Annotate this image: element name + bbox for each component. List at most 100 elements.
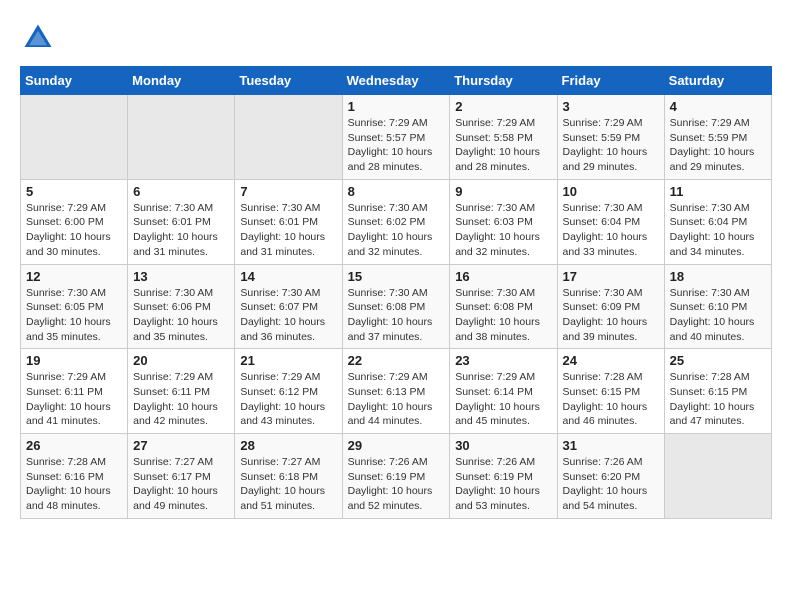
day-info: Sunrise: 7:30 AM Sunset: 6:03 PM Dayligh…	[455, 201, 551, 260]
day-cell: 21 Sunrise: 7:29 AM Sunset: 6:12 PM Dayli…	[235, 349, 342, 434]
day-cell: 29 Sunrise: 7:26 AM Sunset: 6:19 PM Dayli…	[342, 434, 450, 519]
page-header	[20, 20, 772, 56]
day-info: Sunrise: 7:26 AM Sunset: 6:19 PM Dayligh…	[455, 455, 551, 514]
day-cell: 1 Sunrise: 7:29 AM Sunset: 5:57 PM Daylig…	[342, 95, 450, 180]
calendar-header: SundayMondayTuesdayWednesdayThursdayFrid…	[21, 67, 772, 95]
day-number: 27	[133, 438, 229, 453]
day-info: Sunrise: 7:30 AM Sunset: 6:08 PM Dayligh…	[455, 286, 551, 345]
day-info: Sunrise: 7:29 AM Sunset: 5:59 PM Dayligh…	[563, 116, 659, 175]
day-number: 15	[348, 269, 445, 284]
day-info: Sunrise: 7:30 AM Sunset: 6:04 PM Dayligh…	[670, 201, 766, 260]
day-info: Sunrise: 7:28 AM Sunset: 6:15 PM Dayligh…	[670, 370, 766, 429]
day-number: 11	[670, 184, 766, 199]
day-info: Sunrise: 7:29 AM Sunset: 6:00 PM Dayligh…	[26, 201, 122, 260]
day-info: Sunrise: 7:26 AM Sunset: 6:20 PM Dayligh…	[563, 455, 659, 514]
weekday-thursday: Thursday	[450, 67, 557, 95]
day-number: 25	[670, 353, 766, 368]
day-cell: 23 Sunrise: 7:29 AM Sunset: 6:14 PM Dayli…	[450, 349, 557, 434]
day-number: 19	[26, 353, 122, 368]
day-number: 30	[455, 438, 551, 453]
day-number: 29	[348, 438, 445, 453]
day-cell: 30 Sunrise: 7:26 AM Sunset: 6:19 PM Dayli…	[450, 434, 557, 519]
day-number: 16	[455, 269, 551, 284]
day-info: Sunrise: 7:29 AM Sunset: 5:58 PM Dayligh…	[455, 116, 551, 175]
day-cell: 9 Sunrise: 7:30 AM Sunset: 6:03 PM Daylig…	[450, 179, 557, 264]
weekday-header-row: SundayMondayTuesdayWednesdayThursdayFrid…	[21, 67, 772, 95]
day-cell: 12Sunrise: 7:30 AM Sunset: 6:05 PM Dayli…	[21, 264, 128, 349]
day-number: 6	[133, 184, 229, 199]
day-number: 22	[348, 353, 445, 368]
day-info: Sunrise: 7:29 AM Sunset: 6:11 PM Dayligh…	[133, 370, 229, 429]
day-info: Sunrise: 7:30 AM Sunset: 6:10 PM Dayligh…	[670, 286, 766, 345]
day-info: Sunrise: 7:27 AM Sunset: 6:18 PM Dayligh…	[240, 455, 336, 514]
day-info: Sunrise: 7:30 AM Sunset: 6:05 PM Dayligh…	[26, 286, 122, 345]
day-info: Sunrise: 7:30 AM Sunset: 6:07 PM Dayligh…	[240, 286, 336, 345]
day-number: 18	[670, 269, 766, 284]
day-cell: 18 Sunrise: 7:30 AM Sunset: 6:10 PM Dayli…	[664, 264, 771, 349]
day-info: Sunrise: 7:29 AM Sunset: 6:14 PM Dayligh…	[455, 370, 551, 429]
day-cell: 10Sunrise: 7:30 AM Sunset: 6:04 PM Dayli…	[557, 179, 664, 264]
day-info: Sunrise: 7:30 AM Sunset: 6:01 PM Dayligh…	[240, 201, 336, 260]
weekday-sunday: Sunday	[21, 67, 128, 95]
day-cell	[235, 95, 342, 180]
day-cell: 22 Sunrise: 7:29 AM Sunset: 6:13 PM Dayli…	[342, 349, 450, 434]
week-row-2: 5 Sunrise: 7:29 AM Sunset: 6:00 PM Daylig…	[21, 179, 772, 264]
day-cell: 28 Sunrise: 7:27 AM Sunset: 6:18 PM Dayli…	[235, 434, 342, 519]
day-cell: 2 Sunrise: 7:29 AM Sunset: 5:58 PM Daylig…	[450, 95, 557, 180]
day-number: 1	[348, 99, 445, 114]
day-info: Sunrise: 7:30 AM Sunset: 6:06 PM Dayligh…	[133, 286, 229, 345]
weekday-saturday: Saturday	[664, 67, 771, 95]
day-info: Sunrise: 7:30 AM Sunset: 6:08 PM Dayligh…	[348, 286, 445, 345]
day-number: 26	[26, 438, 122, 453]
week-row-5: 26 Sunrise: 7:28 AM Sunset: 6:16 PM Dayli…	[21, 434, 772, 519]
day-info: Sunrise: 7:28 AM Sunset: 6:15 PM Dayligh…	[563, 370, 659, 429]
day-info: Sunrise: 7:29 AM Sunset: 6:11 PM Dayligh…	[26, 370, 122, 429]
logo	[20, 20, 60, 56]
day-cell: 6 Sunrise: 7:30 AM Sunset: 6:01 PM Daylig…	[128, 179, 235, 264]
weekday-tuesday: Tuesday	[235, 67, 342, 95]
day-number: 4	[670, 99, 766, 114]
calendar-table: SundayMondayTuesdayWednesdayThursdayFrid…	[20, 66, 772, 519]
day-cell: 31 Sunrise: 7:26 AM Sunset: 6:20 PM Dayli…	[557, 434, 664, 519]
week-row-4: 19 Sunrise: 7:29 AM Sunset: 6:11 PM Dayli…	[21, 349, 772, 434]
week-row-1: 1 Sunrise: 7:29 AM Sunset: 5:57 PM Daylig…	[21, 95, 772, 180]
logo-icon	[20, 20, 56, 56]
day-number: 7	[240, 184, 336, 199]
day-number: 28	[240, 438, 336, 453]
day-number: 10	[563, 184, 659, 199]
day-info: Sunrise: 7:26 AM Sunset: 6:19 PM Dayligh…	[348, 455, 445, 514]
day-cell: 24 Sunrise: 7:28 AM Sunset: 6:15 PM Dayli…	[557, 349, 664, 434]
day-number: 9	[455, 184, 551, 199]
day-number: 2	[455, 99, 551, 114]
day-cell: 11 Sunrise: 7:30 AM Sunset: 6:04 PM Dayli…	[664, 179, 771, 264]
day-number: 23	[455, 353, 551, 368]
day-number: 24	[563, 353, 659, 368]
day-number: 31	[563, 438, 659, 453]
day-info: Sunrise: 7:27 AM Sunset: 6:17 PM Dayligh…	[133, 455, 229, 514]
day-cell: 15 Sunrise: 7:30 AM Sunset: 6:08 PM Dayli…	[342, 264, 450, 349]
day-number: 5	[26, 184, 122, 199]
day-info: Sunrise: 7:29 AM Sunset: 5:57 PM Dayligh…	[348, 116, 445, 175]
day-number: 14	[240, 269, 336, 284]
day-cell: 26 Sunrise: 7:28 AM Sunset: 6:16 PM Dayli…	[21, 434, 128, 519]
weekday-friday: Friday	[557, 67, 664, 95]
day-info: Sunrise: 7:29 AM Sunset: 6:12 PM Dayligh…	[240, 370, 336, 429]
day-info: Sunrise: 7:29 AM Sunset: 6:13 PM Dayligh…	[348, 370, 445, 429]
week-row-3: 12Sunrise: 7:30 AM Sunset: 6:05 PM Dayli…	[21, 264, 772, 349]
day-number: 21	[240, 353, 336, 368]
day-cell	[21, 95, 128, 180]
day-cell: 5 Sunrise: 7:29 AM Sunset: 6:00 PM Daylig…	[21, 179, 128, 264]
day-number: 3	[563, 99, 659, 114]
day-number: 13	[133, 269, 229, 284]
day-number: 8	[348, 184, 445, 199]
day-info: Sunrise: 7:30 AM Sunset: 6:01 PM Dayligh…	[133, 201, 229, 260]
day-info: Sunrise: 7:29 AM Sunset: 5:59 PM Dayligh…	[670, 116, 766, 175]
day-info: Sunrise: 7:30 AM Sunset: 6:09 PM Dayligh…	[563, 286, 659, 345]
day-cell: 20 Sunrise: 7:29 AM Sunset: 6:11 PM Dayli…	[128, 349, 235, 434]
day-cell: 8Sunrise: 7:30 AM Sunset: 6:02 PM Daylig…	[342, 179, 450, 264]
day-info: Sunrise: 7:28 AM Sunset: 6:16 PM Dayligh…	[26, 455, 122, 514]
day-cell: 25 Sunrise: 7:28 AM Sunset: 6:15 PM Dayli…	[664, 349, 771, 434]
day-cell: 7 Sunrise: 7:30 AM Sunset: 6:01 PM Daylig…	[235, 179, 342, 264]
day-number: 20	[133, 353, 229, 368]
day-cell: 4 Sunrise: 7:29 AM Sunset: 5:59 PM Daylig…	[664, 95, 771, 180]
